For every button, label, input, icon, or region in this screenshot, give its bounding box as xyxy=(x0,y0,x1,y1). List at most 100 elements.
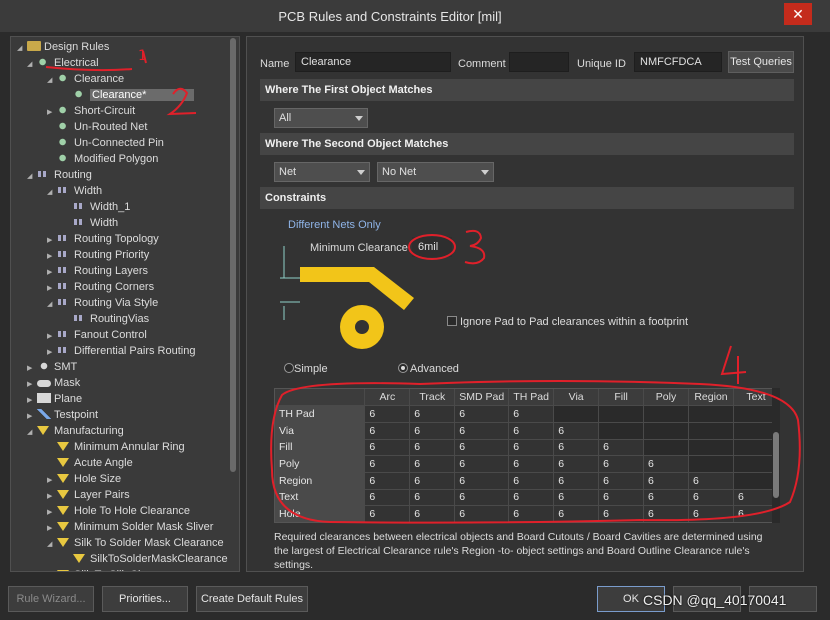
comment-field[interactable] xyxy=(509,52,569,72)
matrix-cell[interactable]: 6 xyxy=(454,472,510,490)
tree-item[interactable]: ◢ Clearance xyxy=(47,71,124,87)
tree-item[interactable]: ▶ Testpoint xyxy=(27,407,98,423)
ignore-pad-checkbox[interactable] xyxy=(447,316,457,326)
matrix-cell[interactable]: 6 xyxy=(409,489,456,507)
matrix-scrollbar[interactable] xyxy=(772,388,780,523)
matrix-cell[interactable]: 6 xyxy=(508,405,555,423)
matrix-cell[interactable]: 6 xyxy=(364,455,411,473)
matrix-cell[interactable]: 6 xyxy=(553,489,600,507)
tree-item[interactable]: ▶ Routing Corners xyxy=(47,279,154,295)
tree-item[interactable]: ▶ Plane xyxy=(27,391,82,407)
tree-item[interactable]: ◢ Silk To Solder Mask Clearance xyxy=(47,535,224,551)
matrix-cell[interactable]: 6 xyxy=(409,505,456,522)
tree-item[interactable]: ▶ SMT xyxy=(27,359,77,375)
matrix-cell[interactable]: 6 xyxy=(409,405,456,423)
clearance-matrix[interactable]: Arc Track SMD Pad TH Pad Via Fill Poly Region Te… xyxy=(274,388,780,523)
matrix-cell[interactable]: 6 xyxy=(508,422,555,440)
matrix-cell[interactable]: 6 xyxy=(409,455,456,473)
matrix-cell[interactable]: 6 xyxy=(553,439,600,457)
matrix-cell[interactable]: 6 xyxy=(688,505,734,522)
matrix-cell[interactable]: 6 xyxy=(364,505,411,522)
matrix-cell[interactable]: 6 xyxy=(598,455,645,473)
tree-item[interactable]: ▶ Fanout Control xyxy=(47,327,147,343)
matrix-cell[interactable]: 6 xyxy=(454,455,510,473)
second-match-combo-2[interactable]: No Net xyxy=(377,162,494,182)
matrix-column-header[interactable] xyxy=(275,389,366,407)
tree-item[interactable]: ▶ Layer Pairs xyxy=(47,487,130,503)
simple-radio[interactable] xyxy=(284,363,294,373)
matrix-cell[interactable]: 6 xyxy=(364,439,411,457)
tree-item[interactable]: ▶ Routing Topology xyxy=(47,231,159,247)
tree-item[interactable]: Width xyxy=(63,215,118,231)
second-match-combo-1[interactable]: Net xyxy=(274,162,370,182)
matrix-cell[interactable]: 6 xyxy=(643,489,689,507)
matrix-cell[interactable]: 6 xyxy=(409,439,456,457)
matrix-cell[interactable]: 6 xyxy=(598,489,645,507)
expand-arrow-icon[interactable]: ◢ xyxy=(47,297,57,313)
tree-item[interactable]: ▶ Differential Pairs Routing xyxy=(47,343,195,359)
first-match-combo[interactable]: All xyxy=(274,108,368,128)
matrix-cell[interactable]: 6 xyxy=(508,489,555,507)
tree-scrollbar[interactable] xyxy=(230,38,236,472)
rules-tree[interactable]: ◢ Design Rules ◢ Electrical ◢ Clearance Cleara… xyxy=(10,36,240,572)
matrix-column-header[interactable]: Region xyxy=(688,389,734,407)
tree-item[interactable]: Modified Polygon xyxy=(47,151,158,167)
tree-item[interactable]: ▶ Hole Size xyxy=(47,471,121,487)
expand-arrow-icon[interactable]: ◢ xyxy=(47,73,57,89)
tree-item[interactable]: Minimum Annular Ring xyxy=(47,439,185,455)
tree-item[interactable]: Width_1 xyxy=(63,199,130,215)
matrix-cell[interactable]: 6 xyxy=(364,472,411,490)
tree-item[interactable]: ▶ Routing Layers xyxy=(47,263,148,279)
tree-item[interactable]: ◢ Manufacturing xyxy=(27,423,124,439)
matrix-cell[interactable]: 6 xyxy=(688,489,734,507)
expand-arrow-icon[interactable]: ◢ xyxy=(17,41,27,57)
matrix-cell[interactable]: 6 xyxy=(553,472,600,490)
tree-item[interactable]: Clearance* xyxy=(63,87,195,103)
matrix-cell[interactable]: 6 xyxy=(508,472,555,490)
test-queries-button[interactable]: Test Queries xyxy=(728,51,794,73)
tree-item[interactable]: SilkToSolderMaskClearance xyxy=(63,551,228,567)
matrix-cell[interactable]: 6 xyxy=(508,455,555,473)
matrix-cell[interactable]: 6 xyxy=(643,472,689,490)
matrix-column-header[interactable]: Poly xyxy=(643,389,689,407)
matrix-column-header[interactable]: SMD Pad xyxy=(454,389,510,407)
matrix-cell[interactable]: 6 xyxy=(643,455,689,473)
priorities-button[interactable]: Priorities... xyxy=(102,586,188,612)
create-default-rules-button[interactable]: Create Default Rules xyxy=(196,586,308,612)
title-bar[interactable]: PCB Rules and Constraints Editor [mil] ✕ xyxy=(0,0,830,32)
matrix-cell[interactable]: 6 xyxy=(553,505,600,522)
expand-arrow-icon[interactable]: ◢ xyxy=(47,537,57,553)
advanced-radio[interactable] xyxy=(398,363,408,373)
matrix-column-header[interactable]: Fill xyxy=(598,389,645,407)
unique-id-field[interactable]: NMFCFDCA xyxy=(634,52,722,72)
tree-item[interactable]: ▶ Short-Circuit xyxy=(47,103,135,119)
matrix-cell[interactable]: 6 xyxy=(598,472,645,490)
matrix-cell[interactable]: 6 xyxy=(409,472,456,490)
matrix-cell[interactable]: 6 xyxy=(553,455,600,473)
matrix-cell[interactable]: 6 xyxy=(688,472,734,490)
matrix-cell[interactable]: 6 xyxy=(454,505,510,522)
expand-arrow-icon[interactable]: ◢ xyxy=(27,57,37,73)
expand-arrow-icon[interactable]: ◢ xyxy=(27,425,37,441)
tree-item[interactable]: ▶ Hole To Hole Clearance xyxy=(47,503,190,519)
tree-item[interactable]: Un-Routed Net xyxy=(47,119,147,135)
tree-item[interactable]: Un-Connected Pin xyxy=(47,135,164,151)
tree-item[interactable]: Acute Angle xyxy=(47,455,133,471)
tree-item[interactable]: ▶ Minimum Solder Mask Sliver xyxy=(47,519,213,535)
tree-item[interactable]: RoutingVias xyxy=(63,311,149,327)
collapse-arrow-icon[interactable]: ▶ xyxy=(47,569,57,571)
matrix-cell[interactable]: 6 xyxy=(364,422,411,440)
tree-item[interactable]: ◢ Routing xyxy=(27,167,92,183)
matrix-cell[interactable]: 6 xyxy=(508,439,555,457)
matrix-cell[interactable]: 6 xyxy=(454,439,510,457)
tree-item[interactable]: ▶ Mask xyxy=(27,375,80,391)
matrix-cell[interactable]: 6 xyxy=(454,405,510,423)
tree-item[interactable]: ▶ Silk To Silk Clearance xyxy=(47,567,180,571)
matrix-column-header[interactable]: Arc xyxy=(364,389,411,407)
matrix-scroll-thumb[interactable] xyxy=(773,432,779,498)
matrix-cell[interactable]: 6 xyxy=(364,405,411,423)
matrix-cell[interactable]: 6 xyxy=(454,422,510,440)
tree-item[interactable]: ◢ Electrical xyxy=(27,55,99,71)
expand-arrow-icon[interactable]: ◢ xyxy=(47,185,57,201)
tree-item[interactable]: ◢ Width xyxy=(47,183,102,199)
